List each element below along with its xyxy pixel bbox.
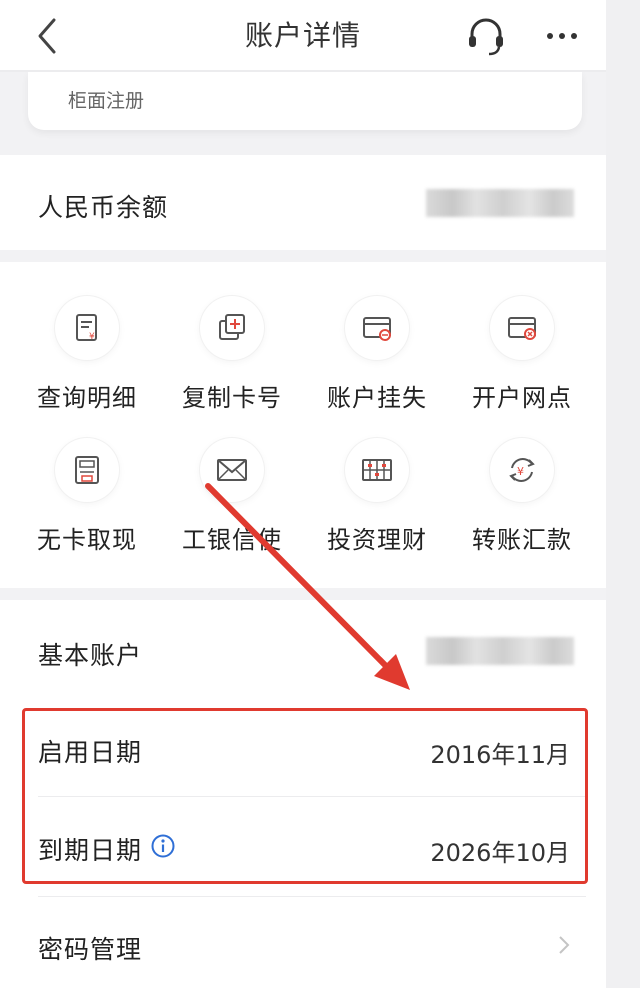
action-transfer[interactable]: ¥ 转账汇款 — [457, 438, 587, 568]
yuan-exchange-icon: ¥ — [509, 458, 535, 482]
top-nav-bar: 账户详情 — [0, 0, 606, 72]
card-branch-icon — [508, 317, 536, 340]
more-horizontal-icon — [547, 33, 577, 39]
copy-card-icon — [219, 314, 245, 340]
action-label: 无卡取现 — [37, 526, 137, 554]
row-divider — [38, 896, 586, 897]
right-edge-strip — [606, 0, 640, 988]
action-icon-circle: ¥ — [490, 438, 554, 502]
more-button[interactable] — [538, 12, 586, 60]
envelope-icon — [217, 459, 247, 481]
balance-value-masked — [426, 189, 574, 217]
customer-service-button[interactable] — [462, 12, 510, 60]
page-title: 账户详情 — [244, 19, 361, 52]
balance-label: 人民币余额 — [38, 193, 169, 222]
action-grid: ¥ 查询明细 复制卡号 账户挂失 开户网点 无卡取现 工银信使 投资理财 ¥ 转… — [0, 262, 606, 588]
action-icon-circle — [200, 296, 264, 360]
action-icon-circle — [345, 296, 409, 360]
action-label: 工银信使 — [182, 526, 282, 554]
atm-icon — [75, 456, 99, 484]
account-type-value-masked — [426, 637, 574, 665]
card-lost-icon — [363, 317, 391, 341]
password-management-row[interactable]: 密码管理 — [0, 900, 606, 988]
registration-card: 柜面注册 — [28, 72, 582, 130]
action-label: 复制卡号 — [182, 384, 282, 412]
action-icon-circle — [200, 438, 264, 502]
action-icon-circle: ¥ — [55, 296, 119, 360]
action-investment[interactable]: 投资理财 — [312, 438, 442, 568]
action-copy-card-number[interactable]: 复制卡号 — [167, 296, 297, 426]
action-icbc-messenger[interactable]: 工银信使 — [167, 438, 297, 568]
action-query-details[interactable]: ¥ 查询明细 — [22, 296, 152, 426]
action-icon-circle — [55, 438, 119, 502]
highlight-box — [22, 708, 588, 884]
action-label: 开户网点 — [472, 384, 572, 412]
account-type-label: 基本账户 — [38, 641, 143, 670]
headset-icon — [469, 18, 503, 56]
action-report-loss[interactable]: 账户挂失 — [312, 296, 442, 426]
password-management-label: 密码管理 — [38, 935, 143, 964]
action-label: 投资理财 — [327, 526, 427, 554]
action-label: 查询明细 — [37, 384, 137, 412]
action-label: 转账汇款 — [472, 526, 572, 554]
statement-icon: ¥ — [76, 314, 97, 342]
action-opening-branch[interactable]: 开户网点 — [457, 296, 587, 426]
registration-label: 柜面注册 — [68, 90, 145, 112]
balance-row: 人民币余额 — [0, 155, 606, 250]
action-icon-circle — [490, 296, 554, 360]
abacus-icon — [362, 459, 392, 481]
svg-text:¥: ¥ — [517, 465, 524, 478]
chevron-right-icon — [559, 936, 570, 954]
svg-text:¥: ¥ — [89, 332, 95, 342]
action-label: 账户挂失 — [327, 384, 427, 412]
action-cardless-withdrawal[interactable]: 无卡取现 — [22, 438, 152, 568]
action-icon-circle — [345, 438, 409, 502]
